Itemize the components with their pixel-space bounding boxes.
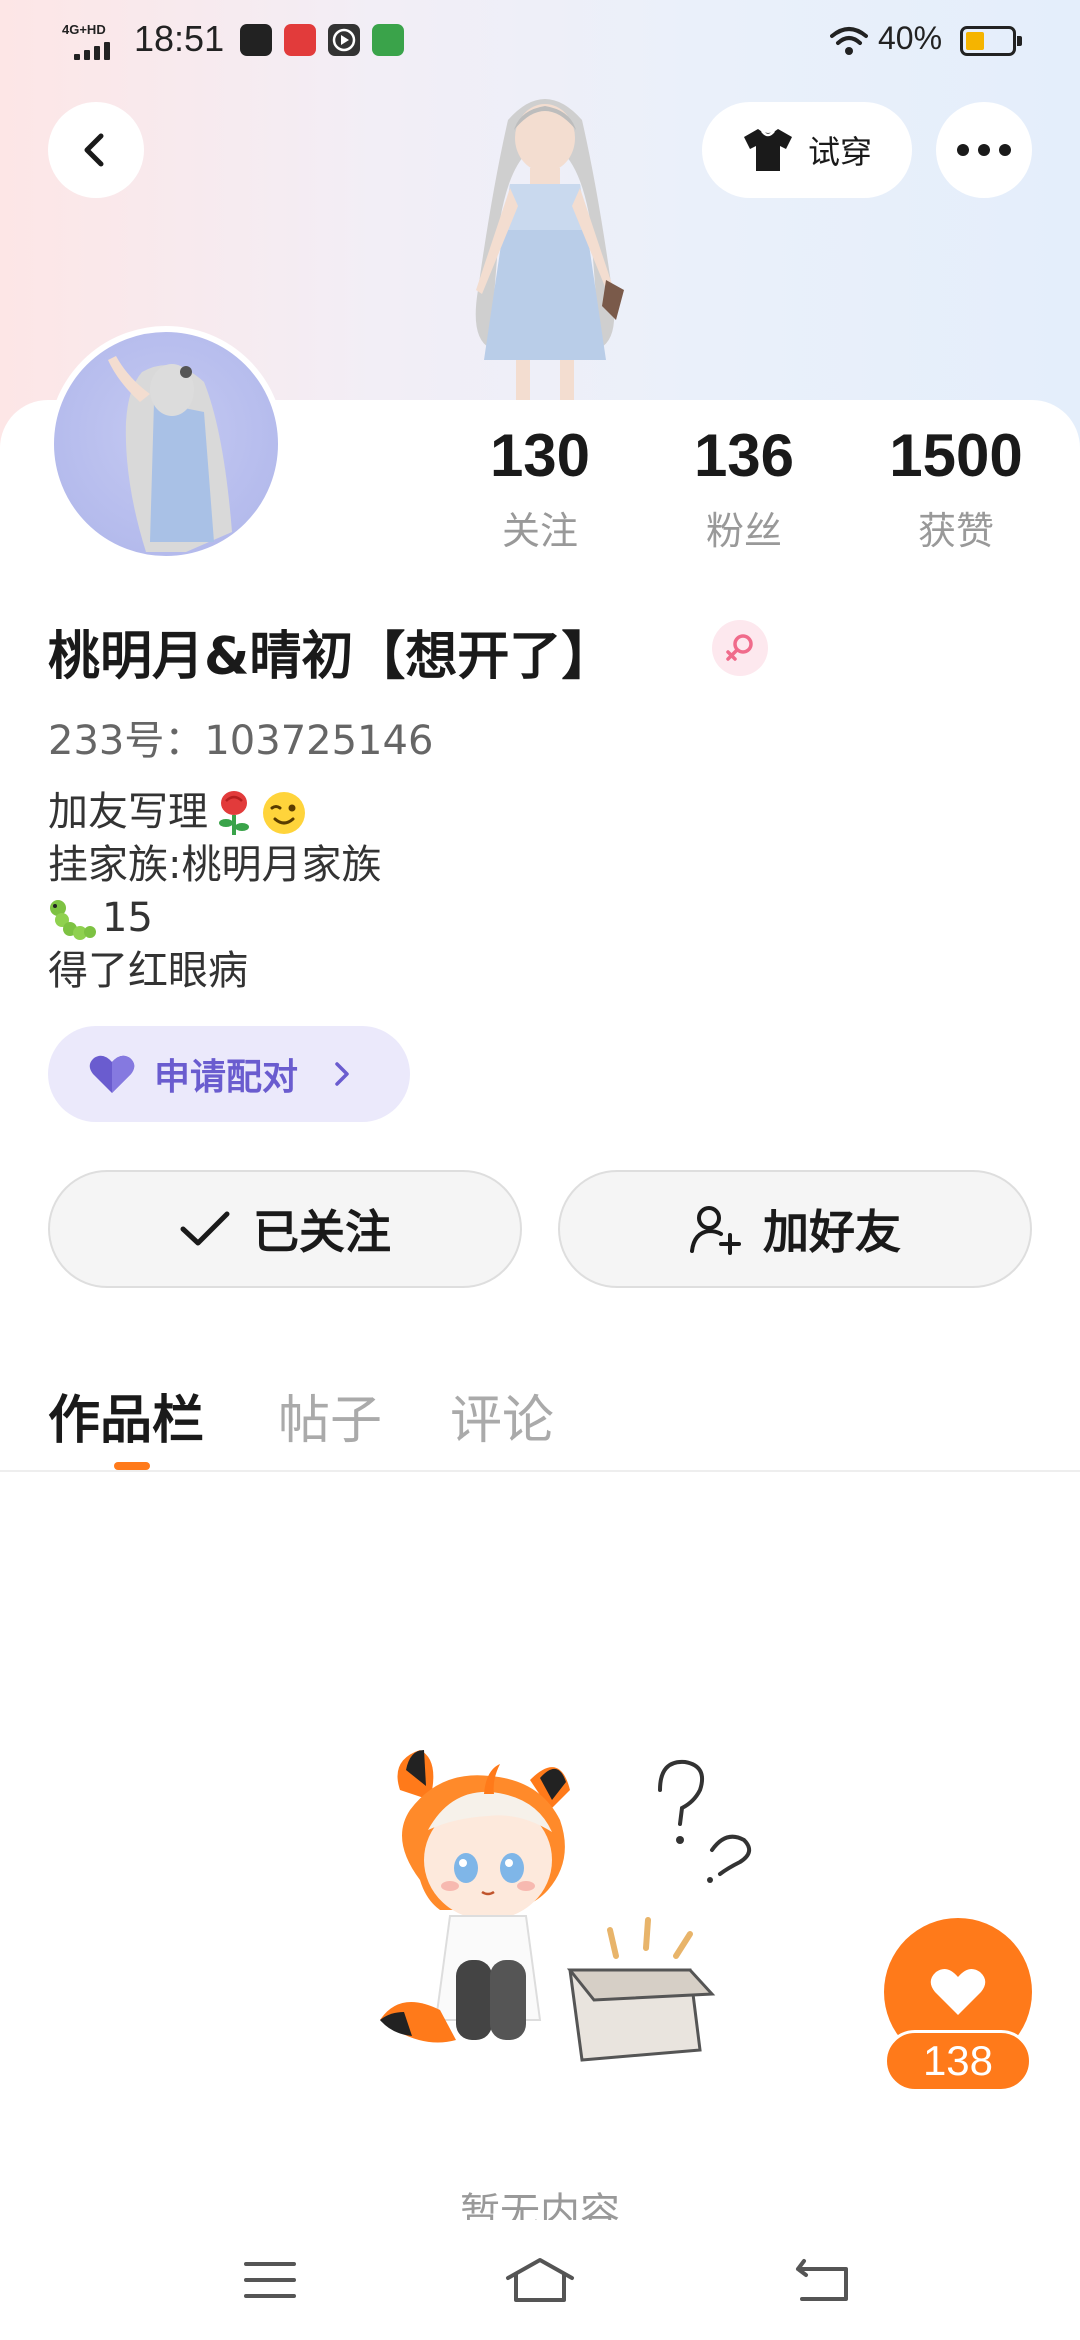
heart-icon [930, 1968, 986, 2015]
battery-icon [960, 26, 1022, 56]
wink-emoji-icon [263, 791, 305, 834]
network-type: 4G+HD [62, 22, 106, 37]
stat-label: 获赞 [917, 509, 994, 553]
menu-icon[interactable] [230, 2250, 310, 2310]
battery-percentage: 40% [878, 20, 943, 56]
back-button[interactable] [48, 102, 144, 198]
profile-bio: 加友写理 挂家族:桃明月家族 15 得了红眼病 [48, 786, 381, 998]
bio-line: 15 [48, 892, 381, 945]
character-figure-image [430, 80, 660, 410]
rose-icon [219, 790, 249, 835]
heart-icon [89, 1055, 135, 1093]
profile-nickname: 桃明月&晴初【想开了】 [48, 627, 614, 687]
system-navigation-bar [0, 2220, 1080, 2340]
apply-pairing-button[interactable]: 申请配对 [48, 1026, 410, 1122]
profile-tabs: 作品栏 帖子 评论 [0, 1370, 1080, 1472]
female-icon [712, 620, 768, 676]
stat-followers[interactable]: 136 粉丝 [644, 420, 844, 555]
following-button[interactable]: 已关注 [48, 1170, 522, 1288]
stat-value: 1500 [889, 422, 1023, 489]
more-dots-icon [957, 144, 1011, 156]
bio-text: 挂家族:桃明月家族 [48, 842, 382, 888]
add-friend-label: 加好友 [763, 1205, 901, 1259]
wifi-icon [830, 24, 868, 58]
signal-indicator: 4G+HD [62, 22, 122, 62]
bio-text: 得了红眼病 [48, 948, 248, 994]
bio-text: 15 [102, 895, 153, 941]
add-friend-button[interactable]: 加好友 [558, 1170, 1032, 1288]
avatar[interactable] [48, 326, 284, 562]
like-count-badge: 138 [884, 2030, 1032, 2092]
check-icon [180, 1211, 230, 1246]
empty-state-text: 暂无内容 [460, 2190, 620, 2220]
bio-line: 挂家族:桃明月家族 [48, 839, 381, 892]
following-label: 已关注 [253, 1205, 391, 1259]
empty-state-illustration [360, 1720, 780, 2120]
apply-pairing-label: 申请配对 [154, 1057, 299, 1098]
caterpillar-icon [50, 899, 96, 940]
notification-app-icon [328, 24, 360, 56]
notification-app-icon [372, 24, 404, 56]
status-bar: 4G+HD 18:51 40% [0, 0, 1080, 84]
try-on-label: 试穿 [807, 133, 872, 171]
notification-app-icon [240, 24, 272, 56]
tab-works[interactable]: 作品栏 [48, 1378, 204, 1453]
add-person-icon [690, 1206, 741, 1255]
bio-text: 加友写理 [48, 789, 208, 835]
back-icon[interactable] [784, 2250, 864, 2310]
stat-likes[interactable]: 1500 获赞 [856, 420, 1056, 555]
signal-icon [74, 42, 110, 60]
stat-value: 130 [489, 422, 591, 489]
bio-line: 得了红眼病 [48, 945, 381, 998]
tab-posts[interactable]: 帖子 [278, 1378, 382, 1453]
home-icon[interactable] [500, 2250, 580, 2310]
more-options-button[interactable] [936, 102, 1032, 198]
tshirt-icon [743, 129, 792, 171]
user-id: 233号：103725146 [48, 718, 434, 764]
bio-line: 加友写理 [48, 786, 381, 839]
status-time: 18:51 [134, 18, 225, 59]
stat-label: 关注 [501, 509, 578, 553]
chevron-right-icon [335, 1062, 349, 1086]
stat-value: 136 [693, 422, 795, 489]
active-tab-indicator [114, 1462, 150, 1470]
notification-app-icon [284, 24, 316, 56]
stat-label: 粉丝 [705, 509, 782, 553]
stat-following[interactable]: 130 关注 [440, 420, 640, 555]
tab-comments[interactable]: 评论 [450, 1378, 554, 1453]
try-on-button[interactable]: 试穿 [702, 102, 912, 198]
chevron-left-icon [84, 133, 104, 167]
